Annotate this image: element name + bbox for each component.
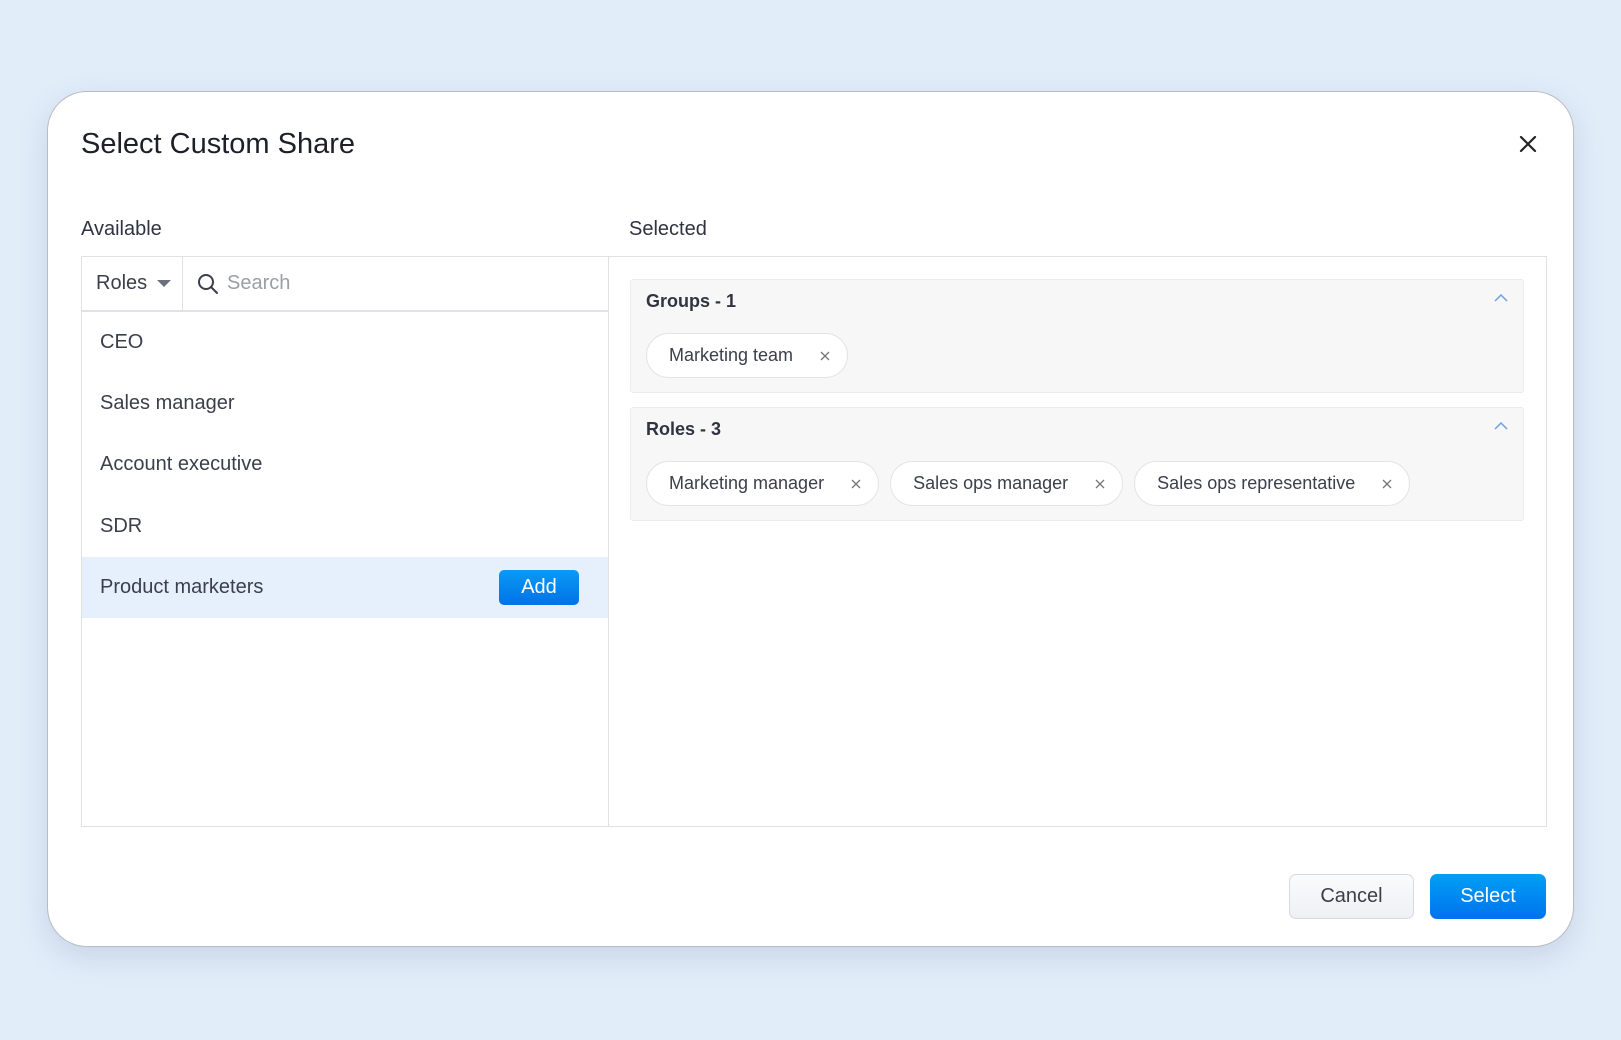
available-label: Available [81, 218, 162, 240]
cancel-button[interactable]: Cancel [1289, 874, 1414, 919]
remove-icon[interactable] [819, 350, 831, 362]
type-dropdown[interactable]: Roles [82, 257, 183, 310]
dialog-title: Select Custom Share [81, 128, 356, 160]
list-item[interactable]: Sales manager [82, 373, 609, 434]
section-title: Roles - 3 [646, 419, 722, 439]
selected-label: Selected [629, 218, 707, 240]
chip-label: Sales ops representative [1157, 473, 1356, 493]
custom-share-dialog: Select Custom Share Available Selected R… [47, 91, 1574, 947]
chip: Marketing manager [646, 461, 880, 506]
remove-icon[interactable] [1381, 478, 1393, 490]
chip: Marketing team [646, 333, 849, 378]
chip-label: Marketing manager [669, 473, 825, 493]
chevron-up-icon[interactable] [1493, 292, 1509, 304]
search-box[interactable] [183, 257, 609, 310]
selected-panel: Groups - 1 Marketing team Roles - 3 Mark… [608, 256, 1547, 827]
type-dropdown-value: Roles [96, 272, 148, 294]
roles-section: Roles - 3 Marketing manager Sales ops ma… [630, 407, 1524, 521]
search-input[interactable] [227, 272, 587, 295]
remove-icon[interactable] [850, 478, 862, 490]
section-title: Groups - 1 [646, 291, 737, 311]
chip-label: Sales ops manager [913, 473, 1069, 493]
caret-down-icon [157, 280, 172, 287]
search-icon [198, 273, 218, 294]
item-label: Sales manager [100, 392, 235, 414]
select-button[interactable]: Select [1430, 874, 1546, 919]
list-item-hovered[interactable]: Product marketers Add [82, 557, 609, 618]
list-item[interactable]: CEO [82, 312, 609, 373]
list-item[interactable]: SDR [82, 495, 609, 557]
chip: Sales ops representative [1134, 461, 1411, 506]
add-button[interactable]: Add [499, 570, 579, 605]
item-label: CEO [100, 331, 144, 353]
chip-label: Marketing team [669, 345, 794, 365]
item-label: Product marketers [100, 576, 264, 598]
item-label: SDR [100, 514, 143, 537]
remove-icon[interactable] [1094, 478, 1106, 490]
available-panel: Roles CEO Sales manager Account executiv… [81, 256, 609, 827]
chevron-up-icon[interactable] [1493, 420, 1509, 432]
groups-section: Groups - 1 Marketing team [630, 279, 1524, 393]
chip: Sales ops manager [890, 461, 1124, 506]
close-icon[interactable] [1516, 132, 1540, 156]
item-label: Account executive [100, 453, 263, 475]
list-item[interactable]: Account executive [82, 434, 609, 495]
